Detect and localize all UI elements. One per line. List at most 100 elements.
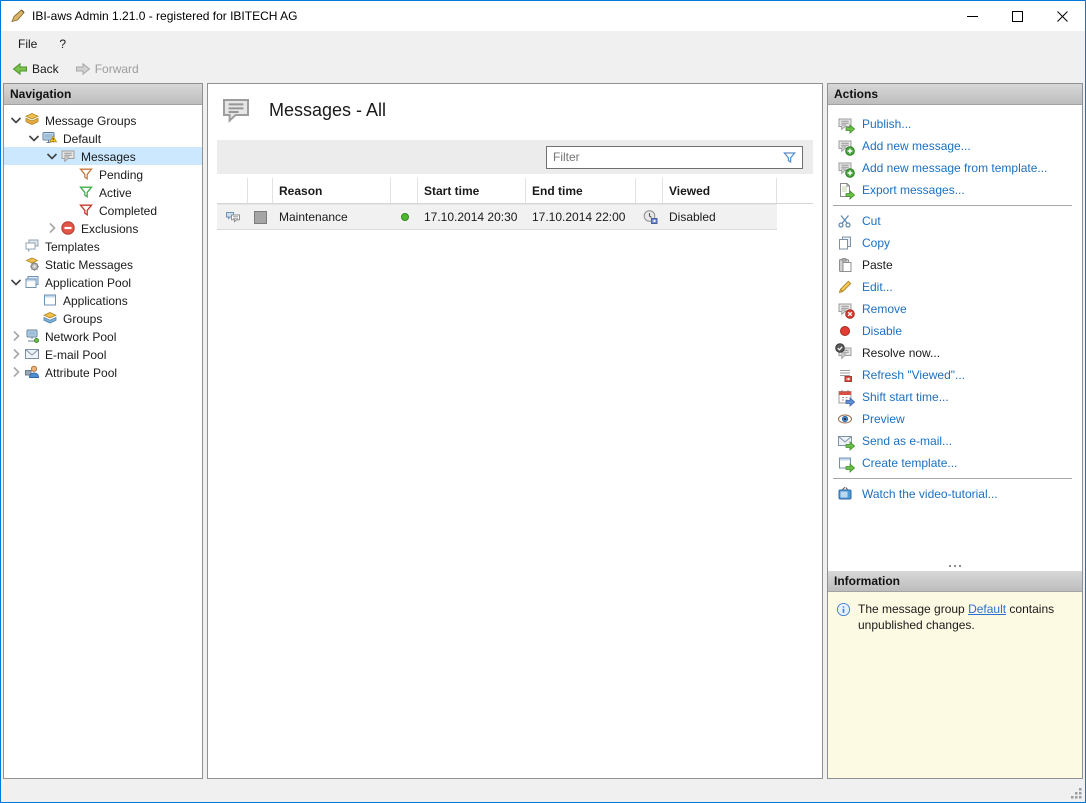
static-messages-icon: [24, 256, 40, 272]
action-publish[interactable]: Publish...: [828, 113, 1082, 135]
app-icon: [10, 8, 26, 24]
action-label: Send as e-mail...: [862, 434, 952, 448]
filter-pending-icon: [78, 166, 94, 182]
nav-item-groups[interactable]: Groups: [4, 309, 202, 327]
filter-box: [546, 146, 803, 169]
workspace: Navigation Message Groups Default Messag…: [1, 81, 1085, 781]
nav-item-network-pool[interactable]: Network Pool: [4, 327, 202, 345]
column-viewed-icon[interactable]: [636, 178, 663, 203]
action-disable[interactable]: Disable: [828, 320, 1082, 342]
action-add-new-message[interactable]: Add new message...: [828, 135, 1082, 157]
menu-file[interactable]: File: [9, 34, 46, 54]
preview-icon: [837, 411, 853, 427]
forward-arrow-icon: [75, 61, 91, 77]
edit-icon: [837, 279, 853, 295]
action-label: Publish...: [862, 117, 911, 131]
action-paste: Paste: [828, 254, 1082, 276]
action-shift-start-time[interactable]: Shift start time...: [828, 386, 1082, 408]
nav-item-applications[interactable]: Applications: [4, 291, 202, 309]
action-watch-video-tutorial[interactable]: Watch the video-tutorial...: [828, 483, 1082, 505]
status-bar: [1, 781, 1085, 802]
column-color[interactable]: [248, 178, 273, 203]
chevron-down-icon[interactable]: [44, 148, 60, 164]
column-reason[interactable]: Reason: [273, 178, 391, 203]
nav-item-label: Pending: [99, 167, 143, 182]
filter-input[interactable]: [547, 150, 782, 164]
chevron-right-icon[interactable]: [44, 220, 60, 236]
action-preview[interactable]: Preview: [828, 408, 1082, 430]
navigation-tree: Message Groups Default Messages Pending: [4, 105, 202, 381]
column-status[interactable]: [391, 178, 418, 203]
right-panel: Actions Publish... Add new message... Ad…: [827, 83, 1083, 779]
action-remove[interactable]: Remove: [828, 298, 1082, 320]
table-row[interactable]: Maintenance 17.10.2014 20:30 17.10.2014 …: [217, 204, 813, 230]
action-add-new-message-from-template[interactable]: Add new message from template...: [828, 157, 1082, 179]
nav-item-message-groups[interactable]: Message Groups: [4, 111, 202, 129]
nav-item-email-pool[interactable]: E-mail Pool: [4, 345, 202, 363]
main-title-row: Messages - All: [217, 90, 813, 140]
action-export-messages[interactable]: Export messages...: [828, 179, 1082, 201]
nav-item-active[interactable]: Active: [4, 183, 202, 201]
action-edit[interactable]: Edit...: [828, 276, 1082, 298]
column-viewed[interactable]: Viewed: [663, 178, 777, 203]
row-filler: [777, 204, 813, 230]
nav-item-default[interactable]: Default: [4, 129, 202, 147]
action-refresh-viewed[interactable]: Refresh "Viewed"...: [828, 364, 1082, 386]
resize-grip[interactable]: [1069, 786, 1083, 800]
action-copy[interactable]: Copy: [828, 232, 1082, 254]
nav-item-pending[interactable]: Pending: [4, 165, 202, 183]
action-label: Watch the video-tutorial...: [862, 487, 998, 501]
nav-item-attribute-pool[interactable]: Attribute Pool: [4, 363, 202, 381]
title-bar: IBI-aws Admin 1.21.0 - registered for IB…: [1, 1, 1085, 31]
column-start-time[interactable]: Start time: [418, 178, 526, 203]
chevron-right-icon[interactable]: [8, 364, 24, 380]
nav-item-completed[interactable]: Completed: [4, 201, 202, 219]
email-pool-icon: [24, 346, 40, 362]
nav-item-label: Messages: [81, 149, 136, 164]
chevron-right-icon[interactable]: [8, 328, 24, 344]
column-end-time[interactable]: End time: [526, 178, 636, 203]
column-message-icon[interactable]: [217, 178, 248, 203]
templates-icon: [24, 238, 40, 254]
action-send-as-email[interactable]: Send as e-mail...: [828, 430, 1082, 452]
row-message-icon: [217, 204, 248, 230]
column-filler: [777, 178, 813, 203]
minimize-button[interactable]: [950, 1, 995, 31]
menu-help[interactable]: ?: [50, 34, 75, 54]
create-template-icon: [837, 455, 853, 471]
filter-funnel-icon[interactable]: [782, 150, 797, 165]
nav-item-messages[interactable]: Messages: [4, 147, 202, 165]
action-label: Add new message from template...: [862, 161, 1047, 175]
navigation-panel: Navigation Message Groups Default Messag…: [3, 83, 203, 779]
network-pool-icon: [24, 328, 40, 344]
nav-item-label: Application Pool: [45, 275, 131, 290]
nav-item-label: Completed: [99, 203, 157, 218]
back-button[interactable]: Back: [7, 59, 64, 79]
maximize-button[interactable]: [995, 1, 1040, 31]
info-text-before: The message group: [858, 602, 968, 616]
row-viewed: Disabled: [663, 204, 777, 230]
nav-item-exclusions[interactable]: Exclusions: [4, 219, 202, 237]
nav-item-static-messages[interactable]: Static Messages: [4, 255, 202, 273]
action-create-template[interactable]: Create template...: [828, 452, 1082, 474]
chevron-down-icon[interactable]: [26, 130, 42, 146]
nav-item-label: Active: [99, 185, 132, 200]
nav-toolbar: Back Forward: [1, 57, 1085, 81]
app-window: IBI-aws Admin 1.21.0 - registered for IB…: [0, 0, 1086, 803]
message-group-link[interactable]: Default: [968, 602, 1006, 616]
close-button[interactable]: [1040, 1, 1085, 31]
chevron-spacer: [26, 310, 42, 326]
actions-list: Publish... Add new message... Add new me…: [828, 105, 1082, 560]
nav-item-label: Default: [63, 131, 101, 146]
nav-item-label: Groups: [63, 311, 102, 326]
export-messages-icon: [837, 182, 853, 198]
chevron-right-icon[interactable]: [8, 346, 24, 362]
chevron-down-icon[interactable]: [8, 274, 24, 290]
nav-item-templates[interactable]: Templates: [4, 237, 202, 255]
action-cut[interactable]: Cut: [828, 210, 1082, 232]
splitter-handle[interactable]: [828, 560, 1082, 571]
nav-item-application-pool[interactable]: Application Pool: [4, 273, 202, 291]
message-group-warning-icon: [42, 130, 58, 146]
chevron-down-icon[interactable]: [8, 112, 24, 128]
actions-header: Actions: [828, 84, 1082, 105]
